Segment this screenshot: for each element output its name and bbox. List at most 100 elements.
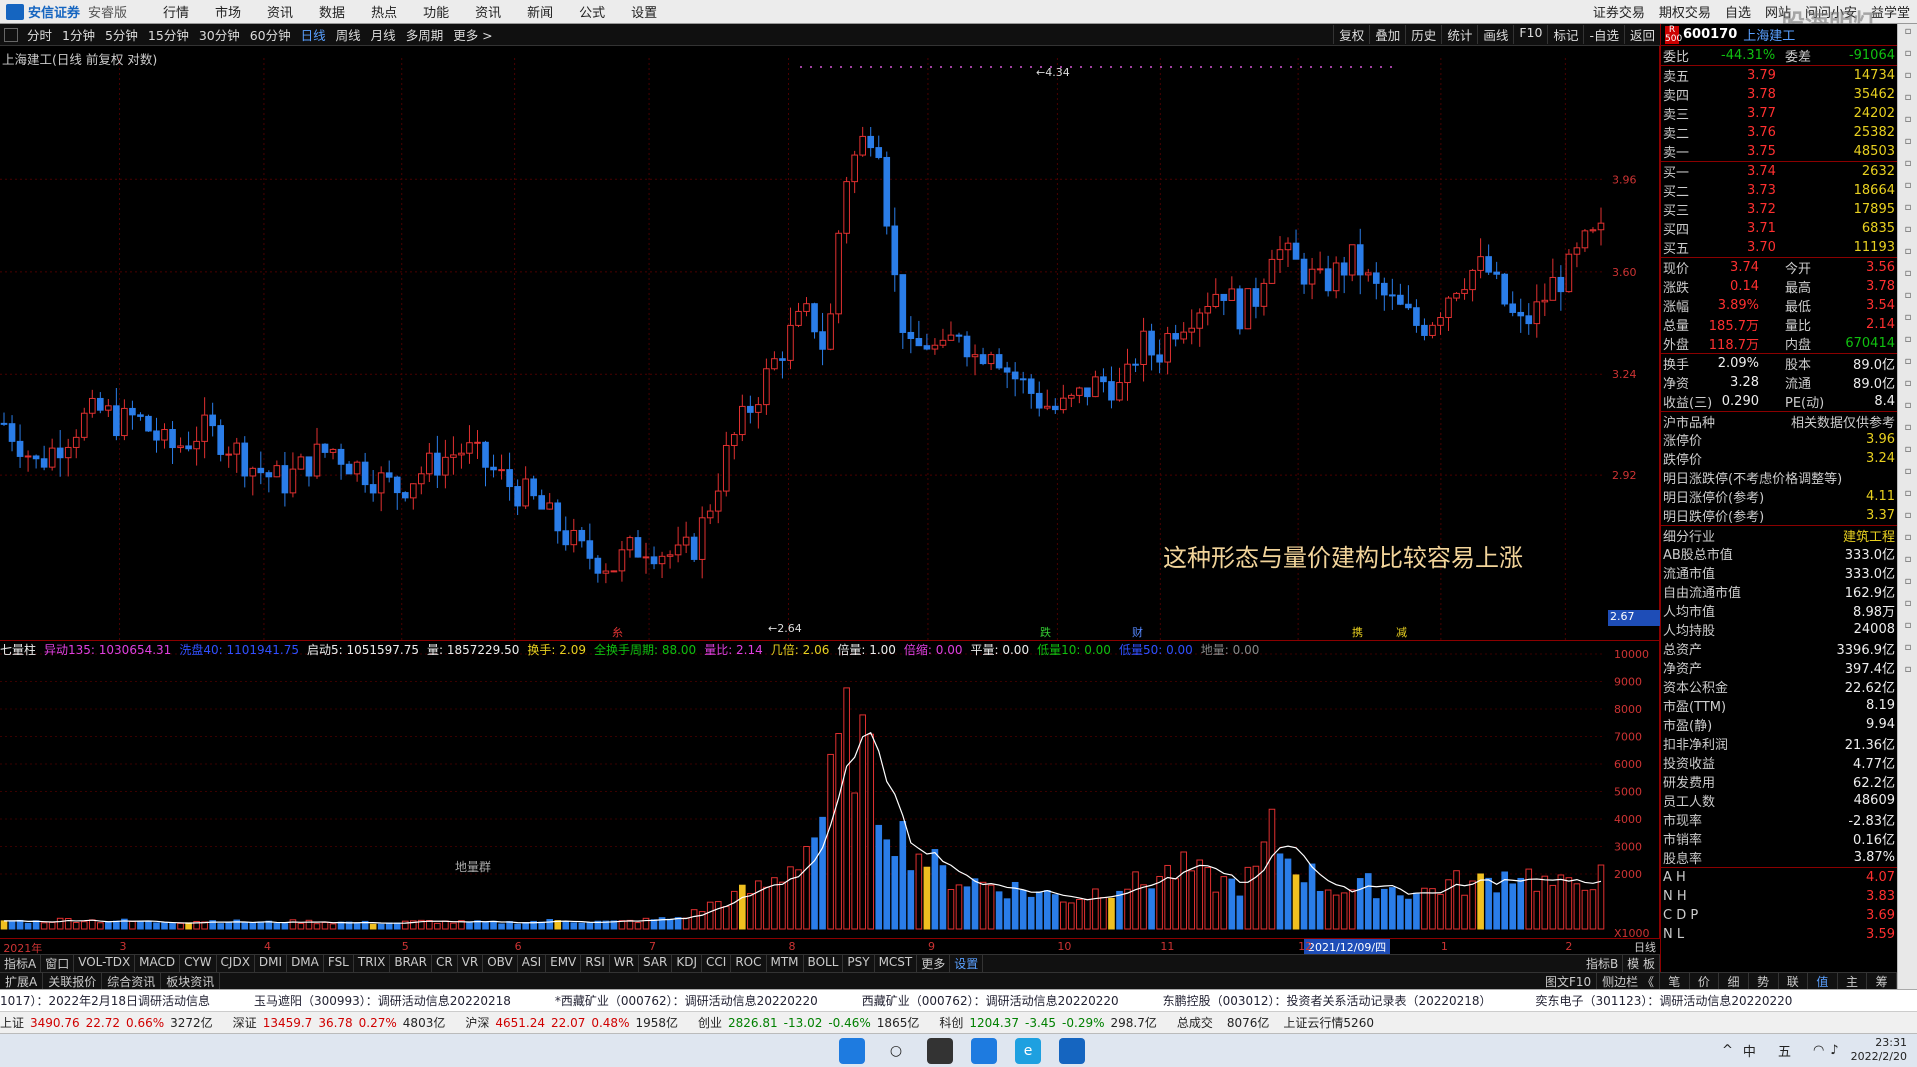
side-tool-icon-5[interactable]: ▫ xyxy=(1899,136,1917,156)
side-tool-icon-18[interactable]: ▫ xyxy=(1899,422,1917,442)
side-tool-icon-10[interactable]: ▫ xyxy=(1899,246,1917,266)
indicator-tab-8[interactable]: FSL xyxy=(324,955,354,972)
indicator-tab-22[interactable]: MTM xyxy=(767,955,804,972)
toolbar-button-5[interactable]: F10 xyxy=(1513,25,1547,44)
bottom-right-tab-1[interactable]: 侧边栏 《 xyxy=(1597,972,1660,990)
indicator-tab-6[interactable]: DMI xyxy=(255,955,288,972)
bids-row-4[interactable]: 买五 3.70 11193 xyxy=(1661,238,1897,257)
indicator-tab-5[interactable]: CJDX xyxy=(217,955,255,972)
quote-tab-1[interactable]: 价 xyxy=(1690,973,1720,989)
menu-item-4[interactable]: 热点 xyxy=(358,2,410,21)
side-tool-icon-11[interactable]: ▫ xyxy=(1899,268,1917,288)
trading-app-icon[interactable] xyxy=(1059,1037,1085,1064)
menu-item-6[interactable]: 资讯 xyxy=(462,2,514,21)
stock-code[interactable]: 600170 xyxy=(1683,27,1737,42)
search-icon[interactable]: ○ xyxy=(883,1038,909,1064)
side-tool-icon-23[interactable]: ▫ xyxy=(1899,532,1917,552)
volume-chart[interactable]: 10000 9000 8000 7000 6000 5000 4000 3000 2000 X10… xyxy=(0,640,1660,940)
toolbar-button-4[interactable]: 画线 xyxy=(1477,25,1513,44)
menu-item-1[interactable]: 市场 xyxy=(202,2,254,21)
period-tab-4[interactable]: 30分钟 xyxy=(194,25,245,44)
news-item-0[interactable]: 1017）：2022年2月18日调研活动信息 xyxy=(0,992,210,1009)
side-tool-icon-20[interactable]: ▫ xyxy=(1899,466,1917,486)
indicator-tab-12[interactable]: VR xyxy=(458,955,484,972)
indicator-tab-right-0[interactable]: 指标B xyxy=(1582,955,1624,972)
menu-item-0[interactable]: 行情 xyxy=(150,2,202,21)
toolbar-button-1[interactable]: 叠加 xyxy=(1369,25,1405,44)
indicator-tab-19[interactable]: KDJ xyxy=(672,955,703,972)
side-tool-icon-29[interactable]: ▫ xyxy=(1899,664,1917,684)
ime-mode[interactable]: 五 xyxy=(1778,1041,1791,1060)
kline-chart[interactable]: 3.96 3.60 3.24 2.92 ←4.34 ←2.64 糸跌财携减 上海建工(日线 … xyxy=(0,46,1660,640)
index-item-3[interactable]: 创业 2826.81 -13.02 -0.46% 1865亿 xyxy=(698,1014,925,1031)
side-tool-icon-22[interactable]: ▫ xyxy=(1899,510,1917,530)
toolbar-button-7[interactable]: -自选 xyxy=(1583,25,1624,44)
bottom-tab-2[interactable]: 综合资讯 xyxy=(102,972,162,990)
side-tool-icon-25[interactable]: ▫ xyxy=(1899,576,1917,596)
news-item-5[interactable]: 奕东电子（301123）：调研活动信息20220220 xyxy=(1536,992,1793,1009)
menu-item-2[interactable]: 资讯 xyxy=(254,2,306,21)
period-tab-8[interactable]: 月线 xyxy=(366,25,401,44)
wifi-icon[interactable]: ◠ xyxy=(1813,1043,1824,1058)
index-item-0[interactable]: 上证 3490.76 22.72 0.66% 3272亿 xyxy=(0,1014,219,1031)
menu-right-item-1[interactable]: 期权交易 xyxy=(1652,2,1718,21)
news-item-1[interactable]: 玉马遮阳（300993）：调研活动信息20220218 xyxy=(254,992,511,1009)
indicator-tab-27[interactable]: 设置 xyxy=(950,955,984,972)
indicator-tab-9[interactable]: TRIX xyxy=(354,955,391,972)
indicator-tab-1[interactable]: 窗口 xyxy=(41,955,75,972)
menu-item-9[interactable]: 设置 xyxy=(618,2,670,21)
side-tool-icon-1[interactable]: ▫ xyxy=(1899,48,1917,68)
asks-row-1[interactable]: 卖四 3.78 35462 xyxy=(1661,85,1897,104)
menu-right-item-2[interactable]: 自选 xyxy=(1718,2,1758,21)
toolbar-button-3[interactable]: 统计 xyxy=(1441,25,1477,44)
side-tool-icon-13[interactable]: ▫ xyxy=(1899,312,1917,332)
quote-tab-7[interactable]: 筹 xyxy=(1867,973,1897,989)
bids-row-2[interactable]: 买三 3.72 17895 xyxy=(1661,200,1897,219)
menu-item-7[interactable]: 新闻 xyxy=(514,2,566,21)
indicator-tab-17[interactable]: WR xyxy=(610,955,639,972)
cloud-status[interactable]: 上证云行情5260 xyxy=(1283,1014,1374,1031)
indicator-tab-23[interactable]: BOLL xyxy=(804,955,844,972)
asks-row-2[interactable]: 卖三 3.77 24202 xyxy=(1661,104,1897,123)
indicator-tab-25[interactable]: MCST xyxy=(875,955,918,972)
indicator-tab-26[interactable]: 更多 xyxy=(917,955,951,972)
quote-tab-2[interactable]: 细 xyxy=(1719,973,1749,989)
index-item-2[interactable]: 沪深 4651.24 22.07 0.48% 1958亿 xyxy=(465,1014,684,1031)
news-item-4[interactable]: 东鹏控股（003012）：投资者关系活动记录表（20220218） xyxy=(1163,992,1492,1009)
indicator-tab-24[interactable]: PSY xyxy=(843,955,875,972)
side-tool-icon-2[interactable]: ▫ xyxy=(1899,70,1917,90)
industry-value[interactable]: 建筑工程 xyxy=(1843,526,1895,545)
asks-row-3[interactable]: 卖二 3.76 25382 xyxy=(1661,123,1897,142)
side-tool-icon-7[interactable]: ▫ xyxy=(1899,180,1917,200)
indicator-tab-18[interactable]: SAR xyxy=(639,955,673,972)
task-view-icon[interactable] xyxy=(927,1037,953,1064)
indicator-tab-2[interactable]: VOL-TDX xyxy=(74,955,136,972)
toolbar-button-6[interactable]: 标记 xyxy=(1547,25,1583,44)
side-tool-icon-4[interactable]: ▫ xyxy=(1899,114,1917,134)
quote-tab-0[interactable]: 笔 xyxy=(1660,973,1690,989)
clock[interactable]: 23:31 2022/2/20 xyxy=(1851,1036,1907,1064)
side-tool-icon-14[interactable]: ▫ xyxy=(1899,334,1917,354)
bottom-tab-1[interactable]: 关联报价 xyxy=(43,972,103,990)
period-tab-10[interactable]: 更多 > xyxy=(448,25,497,44)
indicator-tab-0[interactable]: 指标A xyxy=(0,955,42,972)
period-tab-3[interactable]: 15分钟 xyxy=(143,25,194,44)
quote-tab-3[interactable]: 势 xyxy=(1749,973,1779,989)
side-tool-icon-28[interactable]: ▫ xyxy=(1899,642,1917,662)
stock-name[interactable]: 上海建工 xyxy=(1743,25,1795,44)
indicator-tab-16[interactable]: RSI xyxy=(581,955,610,972)
index-item-4[interactable]: 科创 1204.37 -3.45 -0.29% 298.7亿 xyxy=(939,1014,1163,1031)
bottom-right-tab-0[interactable]: 图文F10 xyxy=(1540,972,1598,990)
indicator-tab-7[interactable]: DMA xyxy=(287,955,324,972)
bottom-tab-0[interactable]: 扩展A xyxy=(0,972,44,990)
volume-icon[interactable]: ♪ xyxy=(1830,1043,1838,1058)
side-tool-icon-15[interactable]: ▫ xyxy=(1899,356,1917,376)
quote-tab-6[interactable]: 主 xyxy=(1838,973,1868,989)
side-tool-icon-16[interactable]: ▫ xyxy=(1899,378,1917,398)
quote-tab-4[interactable]: 联 xyxy=(1779,973,1809,989)
period-tab-5[interactable]: 60分钟 xyxy=(245,25,296,44)
indicator-tab-14[interactable]: ASI xyxy=(518,955,547,972)
menu-right-item-0[interactable]: 证券交易 xyxy=(1586,2,1652,21)
side-tool-icon-12[interactable]: ▫ xyxy=(1899,290,1917,310)
indicator-tab-3[interactable]: MACD xyxy=(135,955,181,972)
